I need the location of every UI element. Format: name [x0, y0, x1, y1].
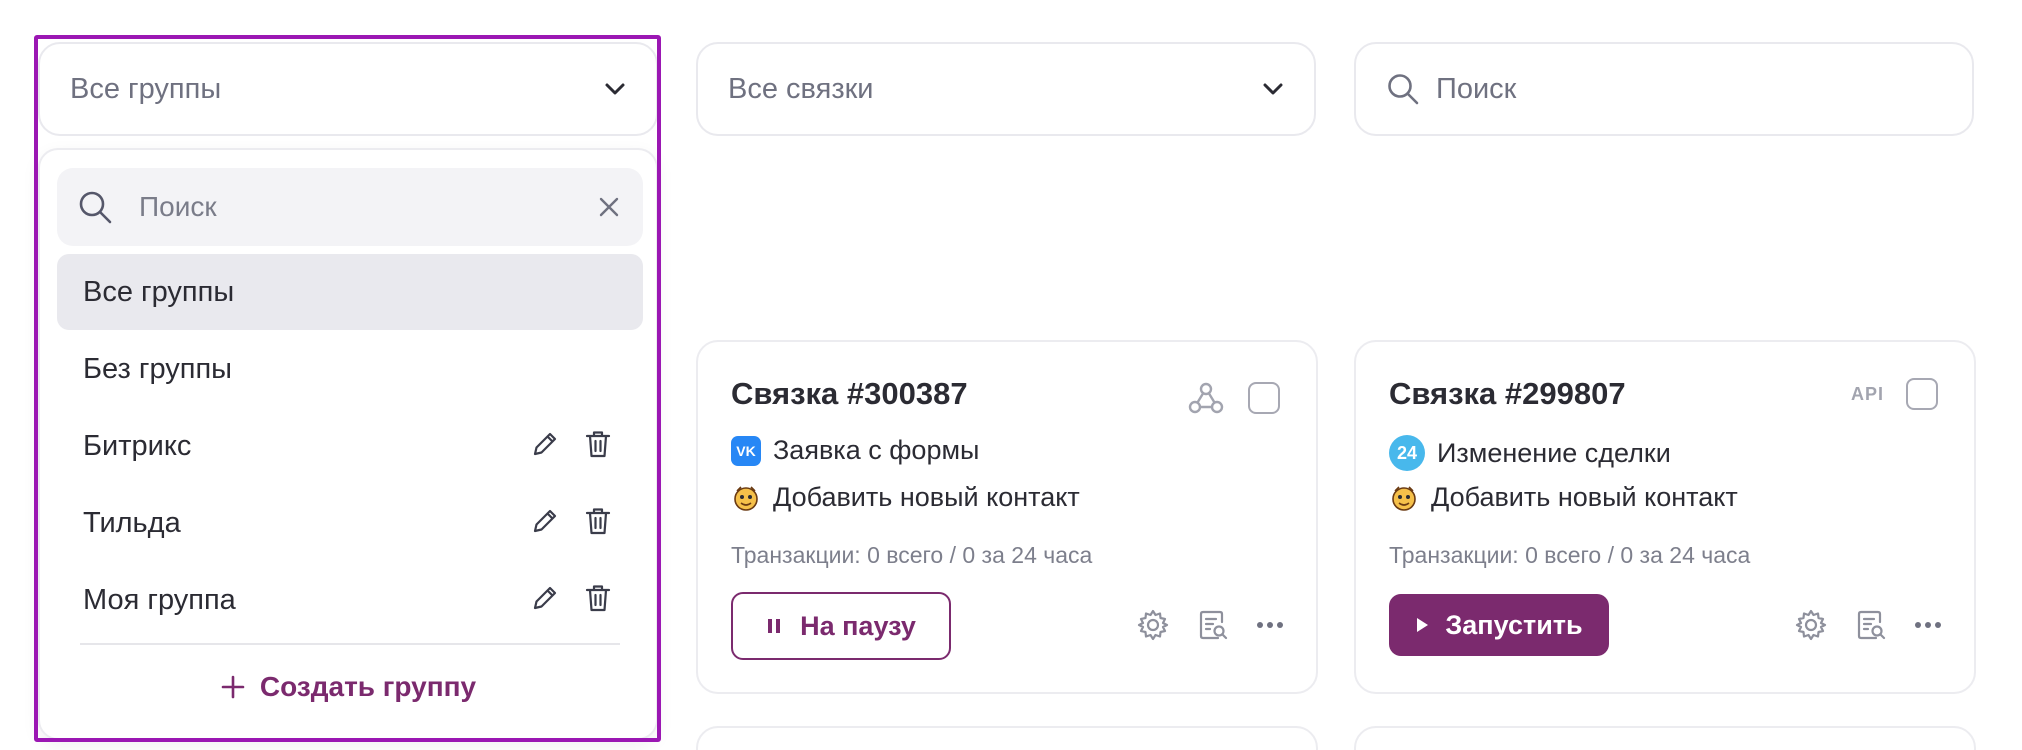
search-icon — [1386, 72, 1420, 106]
vk-icon: VK — [731, 435, 761, 466]
log-search-icon[interactable] — [1196, 608, 1230, 642]
group-item-label: Моя группа — [83, 583, 236, 616]
trash-icon[interactable] — [583, 505, 613, 545]
more-icon[interactable] — [1256, 621, 1284, 629]
pause-button[interactable]: На паузу — [731, 592, 951, 660]
dropdown-search[interactable] — [57, 168, 643, 246]
close-icon[interactable] — [597, 195, 621, 224]
select-checkbox[interactable] — [1248, 382, 1280, 414]
trigger-label: Заявка с формы — [773, 435, 980, 465]
group-item-label: Тильда — [83, 506, 181, 539]
group-item-label: Все группы — [83, 275, 235, 308]
pencil-icon[interactable] — [529, 582, 561, 622]
select-checkbox[interactable] — [1906, 378, 1938, 410]
link-card: Связка #299807 API 24 Изменение сделки Д… — [1354, 340, 1976, 694]
start-label: Запустить — [1445, 609, 1583, 640]
gear-icon[interactable] — [1136, 608, 1170, 642]
group-item-none[interactable]: Без группы — [57, 331, 643, 407]
groups-select[interactable]: Все группы — [38, 42, 658, 136]
card-title: Связка #300387 — [731, 376, 968, 411]
links-select[interactable]: Все связки — [696, 42, 1316, 136]
link-card: Связка #300387 VK Заявка с формы Добавит… — [696, 340, 1318, 694]
dropdown-search-input[interactable] — [139, 182, 559, 232]
card-title: Связка #299807 — [1389, 376, 1626, 411]
chevron-down-icon — [1262, 82, 1284, 96]
start-button[interactable]: Запустить — [1389, 594, 1609, 656]
group-item-label: Битрикс — [83, 429, 192, 462]
api-badge: API — [1850, 383, 1884, 404]
group-item-all[interactable]: Все группы — [57, 254, 643, 330]
action-label: Добавить новый контакт — [773, 482, 1080, 512]
group-item-tilda[interactable]: Тильда — [57, 485, 643, 561]
pencil-icon[interactable] — [529, 428, 561, 468]
pause-icon — [766, 617, 782, 635]
group-item-bitrix[interactable]: Битрикс — [57, 408, 643, 484]
search-icon — [77, 189, 113, 230]
bitrix24-icon: 24 — [1389, 435, 1425, 471]
trash-icon[interactable] — [583, 582, 613, 622]
transactions-text: Транзакции: 0 всего / 0 за 24 часа — [731, 542, 1093, 568]
crm-mascot-icon — [731, 483, 761, 513]
link-card-partial — [1354, 726, 1976, 750]
groups-select-value: Все группы — [70, 72, 222, 105]
crm-mascot-icon — [1389, 483, 1419, 513]
action-label: Добавить новый контакт — [1431, 482, 1738, 512]
webhook-icon — [1186, 378, 1226, 418]
group-item-my[interactable]: Моя группа — [57, 562, 643, 638]
chevron-down-icon — [604, 82, 626, 96]
plus-icon — [220, 674, 246, 700]
links-select-value: Все связки — [728, 72, 874, 105]
more-icon[interactable] — [1914, 621, 1942, 629]
create-group-label: Создать группу — [259, 671, 477, 702]
gear-icon[interactable] — [1794, 608, 1828, 642]
trigger-label: Изменение сделки — [1437, 437, 1671, 468]
transactions-text: Транзакции: 0 всего / 0 за 24 часа — [1389, 542, 1751, 568]
search-box[interactable]: Поиск — [1354, 42, 1974, 136]
pause-label: На паузу — [800, 610, 916, 641]
trash-icon[interactable] — [583, 428, 613, 468]
group-item-label: Без группы — [83, 352, 233, 385]
play-icon — [1415, 617, 1429, 633]
divider — [80, 643, 620, 645]
search-placeholder: Поиск — [1436, 72, 1517, 105]
log-search-icon[interactable] — [1854, 608, 1888, 642]
link-card-partial — [696, 726, 1318, 750]
pencil-icon[interactable] — [529, 505, 561, 545]
groups-dropdown: Все группы Без группы Битрикс Тильда Моя… — [38, 148, 658, 740]
create-group-button[interactable]: Создать группу — [40, 662, 656, 712]
